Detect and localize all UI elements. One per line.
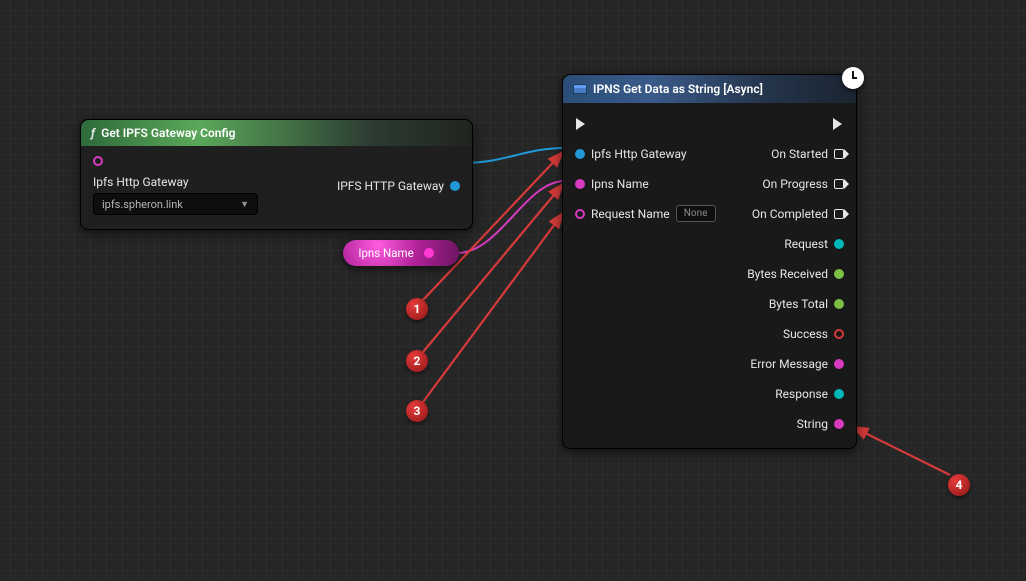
variable-ipns-name[interactable]: Ipns Name <box>343 240 459 266</box>
data-pin-icon <box>575 209 585 219</box>
output-pin-success[interactable]: Success <box>783 323 844 344</box>
output-pin-on-progress[interactable]: On Progress <box>762 173 844 194</box>
data-pin-icon <box>834 329 844 339</box>
chevron-down-icon: ▼ <box>240 199 249 210</box>
output-pin-on-started[interactable]: On Started <box>771 143 844 164</box>
input-pin-ipns-name[interactable]: Ipns Name <box>575 173 716 194</box>
data-pin-icon <box>834 419 844 429</box>
node-ipns-get-data-as-string[interactable]: IPNS Get Data as String [Async] Ipfs Htt… <box>562 74 857 449</box>
node-header[interactable]: IPNS Get Data as String [Async] <box>563 75 856 103</box>
output-pin-bytes-total[interactable]: Bytes Total <box>769 293 844 314</box>
input-pin-gateway[interactable]: Ipfs Http Gateway <box>575 143 716 164</box>
request-name-input[interactable]: None <box>676 205 716 222</box>
data-pin-icon <box>834 269 844 279</box>
input-label-gateway: Ipfs Http Gateway <box>93 175 189 189</box>
dropdown-value: ipfs.spheron.link <box>102 198 183 211</box>
data-pin-icon <box>834 299 844 309</box>
node-title: IPNS Get Data as String [Async] <box>593 82 763 96</box>
exec-pin-icon <box>575 118 587 130</box>
exec-pin-icon <box>832 118 844 130</box>
data-pin-icon <box>575 149 585 159</box>
exec-out-pin[interactable] <box>832 113 844 134</box>
annotation-marker-1: 1 <box>406 298 428 320</box>
async-clock-icon <box>842 67 864 89</box>
data-pin-icon <box>834 389 844 399</box>
gateway-dropdown[interactable]: ipfs.spheron.link ▼ <box>93 193 258 215</box>
output-pin-request[interactable]: Request <box>784 233 844 254</box>
input-pin-request-name[interactable]: Request Name None <box>575 203 716 224</box>
output-pin-bytes-received[interactable]: Bytes Received <box>747 263 844 284</box>
exec-pin-icon <box>834 149 844 159</box>
node-get-ipfs-gateway-config[interactable]: ƒ Get IPFS Gateway Config Ipfs Http Gate… <box>80 119 473 230</box>
output-label-gateway: IPFS HTTP Gateway <box>337 179 444 193</box>
output-pin-gateway[interactable]: IPFS HTTP Gateway <box>337 179 460 193</box>
annotation-marker-4: 4 <box>948 474 970 496</box>
target-pin-icon <box>93 156 103 166</box>
function-icon: ƒ <box>91 126 95 140</box>
output-pin-response[interactable]: Response <box>775 383 844 404</box>
data-pin-icon <box>834 239 844 249</box>
node-header[interactable]: ƒ Get IPFS Gateway Config <box>81 120 472 146</box>
exec-pin-icon <box>834 209 844 219</box>
output-pin-string[interactable]: String <box>797 413 844 434</box>
exec-pin-icon <box>834 179 844 189</box>
node-type-icon <box>573 84 587 94</box>
data-pin-icon <box>575 179 585 189</box>
output-pin-on-completed[interactable]: On Completed <box>752 203 844 224</box>
data-pin-icon <box>424 248 434 258</box>
exec-in-pin[interactable] <box>575 113 716 134</box>
connection-layer <box>0 0 1026 581</box>
annotation-marker-3: 3 <box>406 400 428 422</box>
variable-label: Ipns Name <box>358 246 413 260</box>
exec-target-pin[interactable] <box>93 156 258 166</box>
data-pin-icon <box>450 181 460 191</box>
annotation-marker-2: 2 <box>406 350 428 372</box>
data-pin-icon <box>834 359 844 369</box>
output-pin-error-message[interactable]: Error Message <box>750 353 844 374</box>
node-title: Get IPFS Gateway Config <box>101 126 235 140</box>
